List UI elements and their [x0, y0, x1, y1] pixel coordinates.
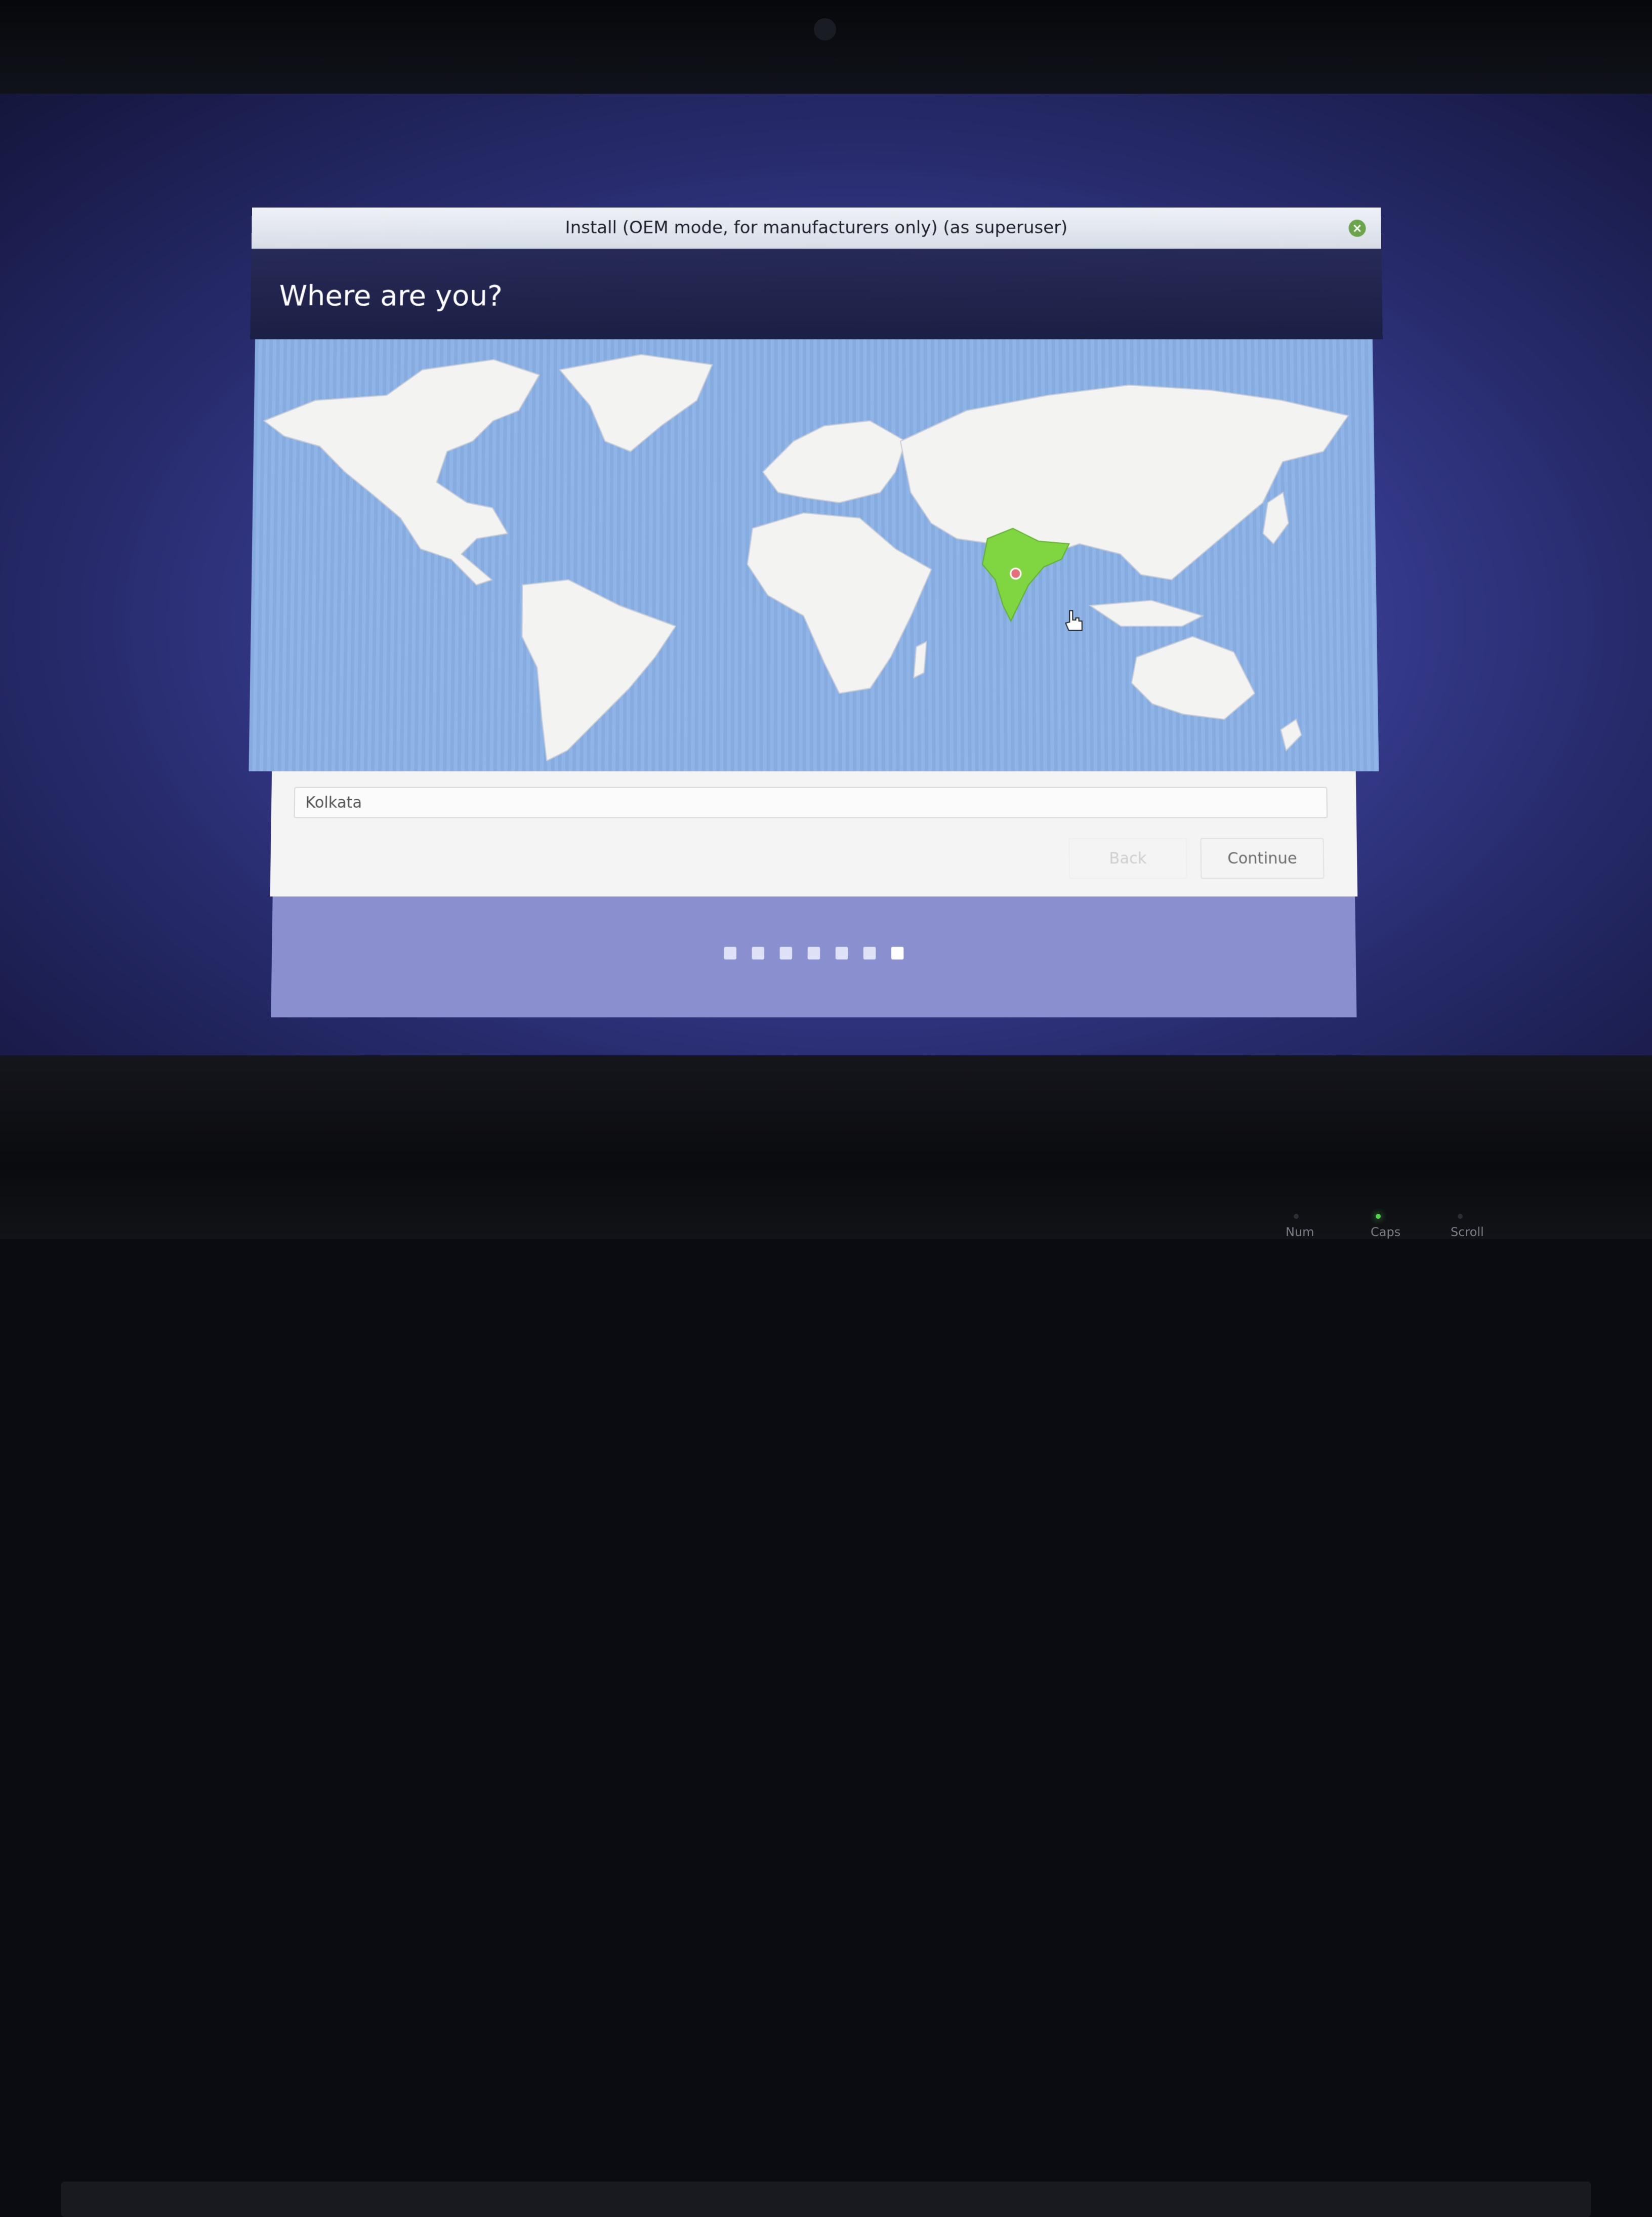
progress-dot	[724, 947, 736, 960]
timezone-map[interactable]	[249, 339, 1379, 771]
window-titlebar[interactable]: Install (OEM mode, for manufacturers onl…	[251, 208, 1382, 249]
scroll-lock-label: Scroll	[1451, 1225, 1484, 1239]
world-map-svg[interactable]	[249, 339, 1379, 771]
progress-dot-active	[891, 947, 904, 960]
progress-dot	[752, 947, 765, 960]
page-header: Where are you?	[250, 249, 1383, 340]
location-input[interactable]	[294, 787, 1328, 818]
caps-lock-label: Caps	[1371, 1225, 1401, 1239]
installer-window: Install (OEM mode, for manufacturers onl…	[240, 208, 1393, 1017]
progress-dot	[863, 947, 876, 960]
back-button[interactable]: Back	[1068, 838, 1187, 879]
scroll-lock-led	[1458, 1214, 1463, 1219]
laptop-hinge	[61, 2182, 1591, 2217]
close-icon[interactable]: ×	[1348, 219, 1366, 237]
webcam	[814, 18, 836, 40]
caps-lock-led	[1376, 1214, 1381, 1219]
laptop-bezel-top	[0, 0, 1652, 96]
laptop-lower-bezel	[0, 1055, 1652, 2217]
location-marker[interactable]	[1011, 568, 1021, 579]
progress-dot	[835, 947, 848, 960]
continue-button[interactable]: Continue	[1200, 838, 1325, 879]
page-title: Where are you?	[279, 279, 503, 313]
progress-dot	[807, 947, 820, 960]
progress-dots	[272, 947, 1356, 963]
num-lock-led	[1294, 1214, 1299, 1219]
progress-dot	[779, 947, 793, 960]
location-form: Back Continue	[270, 771, 1358, 897]
window-title: Install (OEM mode, for manufacturers onl…	[565, 217, 1068, 238]
num-lock-label: Num	[1286, 1225, 1314, 1239]
progress-footer	[271, 896, 1357, 1017]
